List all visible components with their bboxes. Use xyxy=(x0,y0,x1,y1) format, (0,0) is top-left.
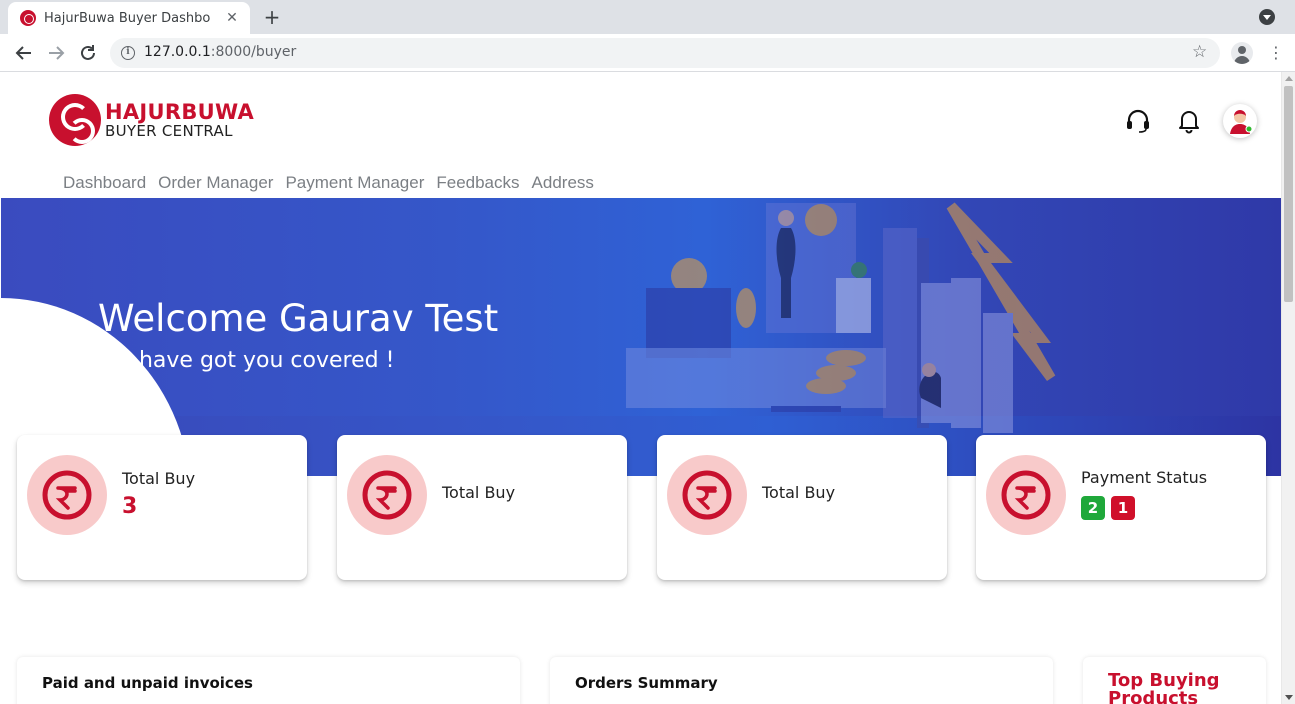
stat-card-total-buy[interactable]: Total Buy xyxy=(657,435,947,580)
reload-icon[interactable] xyxy=(77,42,99,64)
rupee-coin-icon xyxy=(27,455,107,535)
invoices-panel: Paid and unpaid invoices xyxy=(17,657,520,704)
bookmark-star-icon[interactable]: ☆ xyxy=(1192,42,1207,62)
page-viewport: HAJURBUWA BUYER CENTRAL Dashboard Order … xyxy=(1,72,1281,704)
browser-menu-icon[interactable]: ⋮ xyxy=(1268,42,1284,64)
headset-icon[interactable] xyxy=(1125,108,1151,134)
address-bar[interactable]: i 127.0.0.1:8000/buyer ☆ xyxy=(110,38,1220,68)
browser-profile-icon[interactable] xyxy=(1231,42,1253,64)
panel-title: Top Buying Products xyxy=(1108,670,1220,704)
welcome-heading: Welcome Gaurav Test xyxy=(98,297,499,340)
browser-tab[interactable]: HajurBuwa Buyer Dashbo ✕ xyxy=(8,2,250,34)
brand-name: HAJURBUWA xyxy=(105,99,255,124)
browser-tab-strip: HajurBuwa Buyer Dashbo ✕ + xyxy=(0,0,1295,34)
stat-card-title: Total Buy xyxy=(762,483,836,502)
tab-title: HajurBuwa Buyer Dashbo xyxy=(44,10,211,26)
stat-card-total-buy[interactable]: Total Buy xyxy=(337,435,627,580)
brand-logo[interactable]: HAJURBUWA BUYER CENTRAL xyxy=(49,94,254,146)
stat-card-value: 3 xyxy=(122,494,138,519)
scrollbar-thumb[interactable] xyxy=(1284,86,1293,302)
site-info-icon[interactable]: i xyxy=(121,46,135,60)
panel-title: Orders Summary xyxy=(575,674,718,692)
nav-order-manager[interactable]: Order Manager xyxy=(158,173,273,193)
panel-title: Paid and unpaid invoices xyxy=(42,674,253,692)
scroll-up-icon[interactable] xyxy=(1285,76,1293,81)
rupee-coin-icon xyxy=(347,455,427,535)
stat-card-total-buy[interactable]: Total Buy 3 xyxy=(17,435,307,580)
tab-search-icon[interactable] xyxy=(1259,9,1275,25)
orders-summary-panel: Orders Summary xyxy=(550,657,1053,704)
nav-feedbacks[interactable]: Feedbacks xyxy=(436,173,519,193)
main-navigation: Dashboard Order Manager Payment Manager … xyxy=(63,173,594,193)
url-text: 127.0.0.1:8000/buyer xyxy=(144,44,297,60)
user-avatar[interactable] xyxy=(1223,104,1257,138)
rupee-coin-icon xyxy=(667,455,747,535)
nav-dashboard[interactable]: Dashboard xyxy=(63,173,146,193)
stat-card-payment-status[interactable]: Payment Status 2 1 xyxy=(976,435,1266,580)
paid-count-badge: 2 xyxy=(1081,496,1105,520)
brand-subtitle: BUYER CENTRAL xyxy=(105,121,233,140)
logo-mark-icon xyxy=(49,94,101,146)
new-tab-button[interactable]: + xyxy=(262,7,282,27)
nav-address[interactable]: Address xyxy=(532,173,594,193)
stat-card-title: Payment Status xyxy=(1081,468,1208,487)
favicon-icon xyxy=(20,10,36,26)
bell-icon[interactable] xyxy=(1176,108,1202,134)
unpaid-count-badge: 1 xyxy=(1111,496,1135,520)
scroll-down-icon[interactable] xyxy=(1285,695,1293,700)
forward-icon[interactable] xyxy=(45,42,67,64)
welcome-subtitle: We have got you covered ! xyxy=(98,348,395,373)
stat-card-title: Total Buy xyxy=(442,483,516,502)
nav-payment-manager[interactable]: Payment Manager xyxy=(285,173,424,193)
close-tab-icon[interactable]: ✕ xyxy=(224,10,240,26)
rupee-coin-icon xyxy=(986,455,1066,535)
back-icon[interactable] xyxy=(13,42,35,64)
stat-card-title: Total Buy xyxy=(122,469,196,488)
browser-toolbar: i 127.0.0.1:8000/buyer ☆ xyxy=(0,34,1295,72)
top-buying-products-panel: Top Buying Products xyxy=(1083,657,1266,704)
page-scrollbar[interactable] xyxy=(1281,72,1295,704)
